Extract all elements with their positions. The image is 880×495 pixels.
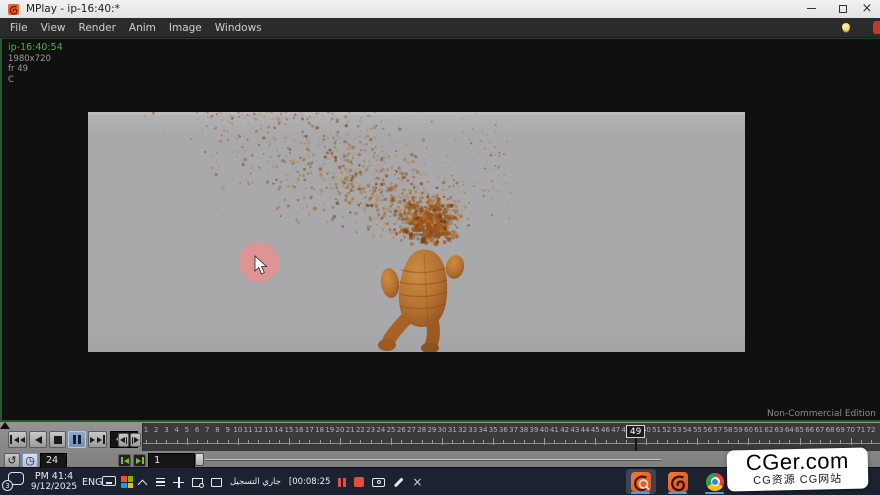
windows-logo-icon[interactable] xyxy=(121,476,133,488)
loop-mode-button[interactable]: ↺ xyxy=(4,453,20,468)
recorder-close-button[interactable]: × xyxy=(412,476,422,488)
hint-bulb-icon[interactable] xyxy=(842,23,850,31)
realtime-clock-button[interactable]: ◷ xyxy=(22,453,38,468)
rendered-image[interactable] xyxy=(88,112,745,352)
timeline-playhead[interactable]: 49 xyxy=(626,425,645,438)
houdini-app-icon xyxy=(8,4,19,15)
touch-keyboard-icon[interactable] xyxy=(102,476,116,486)
image-top-highlight xyxy=(88,112,745,115)
menu-windows[interactable]: Windows xyxy=(215,22,262,34)
left-edge-marker xyxy=(0,422,10,429)
range-slider-handle[interactable] xyxy=(195,453,204,466)
menu-bar: File View Render Anim Image Windows xyxy=(0,18,880,38)
close-button[interactable]: × xyxy=(856,1,878,16)
step-forward-button[interactable] xyxy=(130,433,141,447)
screen-recorder-toolbar: جاري التسجيل [00:08:25 × xyxy=(156,468,422,495)
range-start-button[interactable] xyxy=(118,454,131,467)
particle-cloud xyxy=(144,112,512,248)
houdini-taskbar-icon xyxy=(668,472,688,492)
menu-anim[interactable]: Anim xyxy=(129,22,156,34)
select-region-icon[interactable] xyxy=(211,478,222,487)
mplay-window: MPlay - ip-16:40:* × File View Render An… xyxy=(0,0,880,495)
sequence-name-label: ip-16:40:54 xyxy=(8,43,63,54)
jump-to-end-button[interactable] xyxy=(88,431,107,448)
step-back-button[interactable] xyxy=(118,433,129,447)
channel-label: C xyxy=(8,75,63,86)
maximize-button[interactable] xyxy=(832,1,854,16)
menu-view[interactable]: View xyxy=(41,22,66,34)
menu-file[interactable]: File xyxy=(10,22,28,34)
edition-label: Non-Commercial Edition xyxy=(767,409,876,419)
taskbar-app-chrome[interactable] xyxy=(700,469,730,494)
range-end-button[interactable] xyxy=(133,454,146,467)
notification-count-badge[interactable]: 3 xyxy=(2,480,13,491)
recorder-draw-button[interactable] xyxy=(394,477,404,487)
window-title: MPlay - ip-16:40:* xyxy=(26,3,120,15)
character-figure xyxy=(378,249,466,352)
recorder-pause-button[interactable] xyxy=(338,478,346,487)
taskbar-date: 9/12/2025 xyxy=(28,482,80,493)
pause-button[interactable] xyxy=(68,431,86,448)
move-region-icon[interactable] xyxy=(173,477,184,488)
menu-render[interactable]: Render xyxy=(79,22,116,34)
frame-label: fr 49 xyxy=(8,64,63,75)
hidden-icons-chevron[interactable] xyxy=(138,480,148,490)
taskbar-app-mplay[interactable] xyxy=(626,469,656,494)
chrome-taskbar-icon xyxy=(706,473,724,491)
fps-input[interactable] xyxy=(40,453,67,468)
taskbar-apps xyxy=(626,469,730,495)
recorder-menu-icon[interactable] xyxy=(156,478,165,487)
timeline-ruler[interactable]: 1234567891011121314151617181920212223242… xyxy=(142,423,880,451)
taskbar-clock[interactable]: PM 41:4 9/12/2025 xyxy=(28,471,80,493)
jump-to-start-button[interactable] xyxy=(8,431,27,448)
cger-watermark: CGer.com CG资源 CG网站 xyxy=(727,448,869,492)
recording-elapsed-label: [00:08:25 xyxy=(289,477,331,487)
taskbar-time: PM 41:4 xyxy=(28,471,80,482)
recording-status-label: جاري التسجيل xyxy=(230,477,281,487)
range-slider-track[interactable] xyxy=(205,459,661,461)
mplay-taskbar-icon xyxy=(631,472,651,492)
taskbar-app-houdini[interactable] xyxy=(663,469,693,494)
zoom-region-icon[interactable] xyxy=(192,478,203,487)
menu-image[interactable]: Image xyxy=(169,22,202,34)
clipped-red-icon xyxy=(873,21,880,34)
play-backward-button[interactable] xyxy=(29,431,47,448)
resolution-label: 1980x720 xyxy=(8,54,63,65)
range-start-input[interactable] xyxy=(148,453,195,468)
language-indicator[interactable]: ENG xyxy=(82,477,102,488)
recorder-screenshot-button[interactable] xyxy=(372,478,385,487)
image-viewport: ip-16:40:54 1980x720 fr 49 C xyxy=(0,38,880,422)
viewport-info-overlay: ip-16:40:54 1980x720 fr 49 C xyxy=(8,43,63,85)
title-bar: MPlay - ip-16:40:* × xyxy=(0,0,880,18)
minimize-button[interactable] xyxy=(800,1,822,16)
stop-button[interactable] xyxy=(49,431,66,448)
recorder-stop-button[interactable] xyxy=(354,477,364,487)
watermark-title: CGer.com xyxy=(727,448,868,476)
